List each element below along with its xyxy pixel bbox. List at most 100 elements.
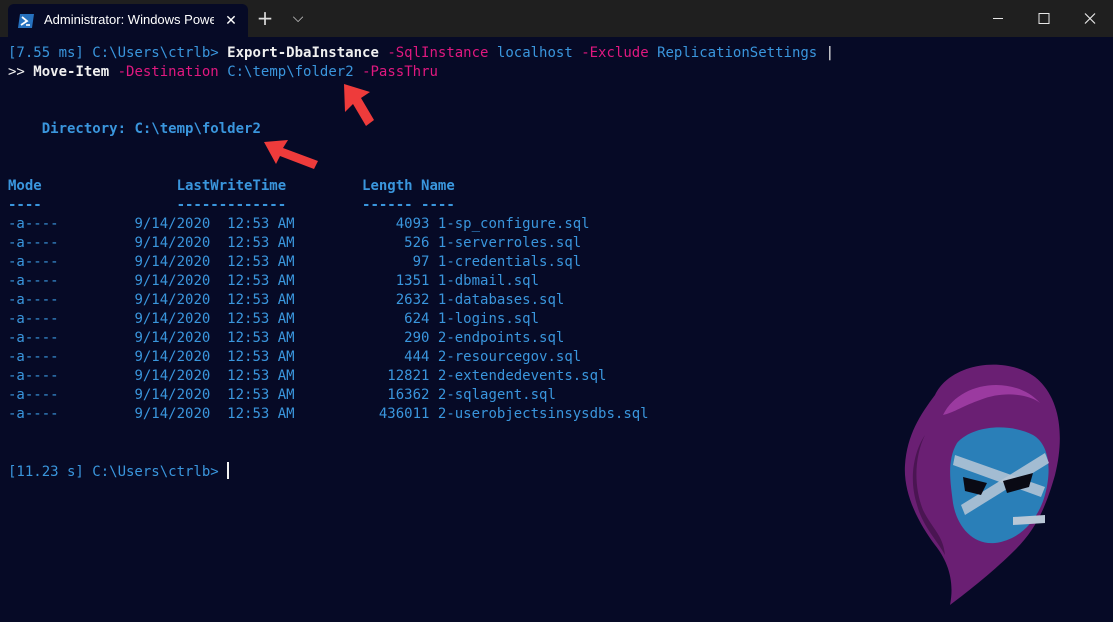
param-sqlinstance: -SqlInstance: [387, 45, 489, 61]
column-separators: ---- ------------- ------ ----: [8, 197, 455, 213]
command-line-2: >> Move-Item -Destination C:\temp\folder…: [8, 63, 1108, 82]
file-length: 4093: [395, 216, 430, 232]
file-row: -a---- 9/14/2020 12:53 AM 624 1-logins.sq…: [8, 310, 1108, 329]
file-date: 9/14/2020: [134, 387, 211, 403]
file-length: 12821: [387, 368, 430, 384]
file-time: 12:53 AM: [227, 349, 295, 365]
file-time: 12:53 AM: [227, 273, 295, 289]
file-date: 9/14/2020: [134, 368, 211, 384]
file-name: 1-credentials.sql: [437, 254, 582, 270]
param-exclude: -Exclude: [581, 45, 649, 61]
file-row: -a---- 9/14/2020 12:53 AM 97 1-credential…: [8, 253, 1108, 272]
directory-line: Directory: C:\temp\folder2: [8, 120, 1108, 139]
maximize-icon[interactable]: [1021, 0, 1067, 37]
file-time: 12:53 AM: [227, 311, 295, 327]
command-line-1: [7.55 ms] C:\Users\ctrlb> Export-DbaInst…: [8, 44, 1108, 63]
tab-title: Administrator: Windows PowerShell: [44, 12, 214, 27]
file-row: -a---- 9/14/2020 12:53 AM 4093 1-sp_confi…: [8, 215, 1108, 234]
file-row: -a---- 9/14/2020 12:53 AM 2632 1-database…: [8, 291, 1108, 310]
file-time: 12:53 AM: [227, 235, 295, 251]
file-time: 12:53 AM: [227, 254, 295, 270]
arg-exclude-value: ReplicationSettings: [657, 45, 818, 61]
file-name: 2-userobjectsinsysdbs.sql: [437, 406, 649, 422]
file-length: 436011: [378, 406, 430, 422]
col-mode: Mode: [8, 178, 42, 194]
cmdlet-export: Export-DbaInstance: [227, 45, 379, 61]
file-mode: -a----: [8, 235, 59, 251]
file-mode: -a----: [8, 292, 59, 308]
directory-label: Directory:: [41, 121, 127, 137]
file-date: 9/14/2020: [134, 254, 211, 270]
file-length: 444: [404, 349, 430, 365]
pipe-operator: |: [825, 45, 835, 61]
file-length: 97: [412, 254, 430, 270]
file-date: 9/14/2020: [134, 292, 211, 308]
file-time: 12:53 AM: [227, 330, 295, 346]
annotation-arrow-left: [264, 140, 318, 169]
file-time: 12:53 AM: [227, 368, 295, 384]
file-name: 1-sp_configure.sql: [437, 216, 590, 232]
file-length: 2632: [395, 292, 430, 308]
file-name: 1-dbmail.sql: [437, 273, 540, 289]
file-date: 9/14/2020: [134, 349, 211, 365]
final-prompt: [11.23 s] C:\Users\ctrlb>: [8, 464, 219, 480]
arg-destination-path: C:\temp\folder2: [227, 64, 354, 80]
file-name: 1-serverroles.sql: [437, 235, 582, 251]
prompt: [7.55 ms] C:\Users\ctrlb>: [8, 45, 219, 61]
file-date: 9/14/2020: [134, 330, 211, 346]
file-mode: -a----: [8, 311, 59, 327]
file-mode: -a----: [8, 368, 59, 384]
file-name: 1-logins.sql: [437, 311, 540, 327]
continuation-marker: >>: [8, 64, 25, 80]
close-tab-icon[interactable]: ✕: [222, 12, 240, 30]
file-date: 9/14/2020: [134, 235, 211, 251]
col-lastwritetime: LastWriteTime: [176, 178, 287, 194]
file-name: 2-extendedevents.sql: [437, 368, 607, 384]
mascot-logo: [904, 364, 1060, 605]
arg-localhost: localhost: [496, 45, 573, 61]
file-date: 9/14/2020: [134, 273, 211, 289]
file-time: 12:53 AM: [227, 216, 295, 232]
file-time: 12:53 AM: [227, 387, 295, 403]
param-destination: -Destination: [117, 64, 219, 80]
terminal-tab[interactable]: Administrator: Windows PowerShell ✕: [8, 4, 248, 37]
file-mode: -a----: [8, 330, 59, 346]
file-name: 1-databases.sql: [437, 292, 565, 308]
file-row: -a---- 9/14/2020 12:53 AM 290 2-endpoints…: [8, 329, 1108, 348]
file-mode: -a----: [8, 254, 59, 270]
file-name: 2-sqlagent.sql: [437, 387, 556, 403]
file-date: 9/14/2020: [134, 406, 211, 422]
powershell-icon: [18, 14, 34, 28]
file-time: 12:53 AM: [227, 406, 295, 422]
file-length: 290: [404, 330, 430, 346]
tab-dropdown-button[interactable]: ⌵: [283, 0, 313, 37]
file-time: 12:53 AM: [227, 292, 295, 308]
file-length: 526: [404, 235, 430, 251]
new-tab-button[interactable]: +: [250, 0, 280, 37]
file-mode: -a----: [8, 349, 59, 365]
text-cursor: [227, 462, 230, 479]
file-row: -a---- 9/14/2020 12:53 AM 1351 1-dbmail.s…: [8, 272, 1108, 291]
col-length: Length: [362, 178, 413, 194]
file-mode: -a----: [8, 406, 59, 422]
cmdlet-move: Move-Item: [33, 64, 110, 80]
file-length: 1351: [395, 273, 430, 289]
file-date: 9/14/2020: [134, 311, 211, 327]
col-name: Name: [421, 178, 455, 194]
column-headers: Mode LastWriteTime Length Name: [8, 177, 1108, 196]
file-name: 2-resourcegov.sql: [437, 349, 582, 365]
directory-path: C:\temp\folder2: [134, 121, 261, 137]
minimize-icon[interactable]: [975, 0, 1021, 37]
file-length: 624: [404, 311, 430, 327]
title-bar: Administrator: Windows PowerShell ✕ + ⌵: [0, 0, 1113, 37]
close-window-icon[interactable]: [1067, 0, 1113, 37]
file-name: 2-endpoints.sql: [437, 330, 565, 346]
file-mode: -a----: [8, 216, 59, 232]
file-mode: -a----: [8, 273, 59, 289]
param-passthru: -PassThru: [362, 64, 438, 80]
file-length: 16362: [387, 387, 430, 403]
file-mode: -a----: [8, 387, 59, 403]
file-date: 9/14/2020: [134, 216, 211, 232]
annotation-arrow-up: [344, 84, 374, 126]
file-row: -a---- 9/14/2020 12:53 AM 526 1-serverrol…: [8, 234, 1108, 253]
